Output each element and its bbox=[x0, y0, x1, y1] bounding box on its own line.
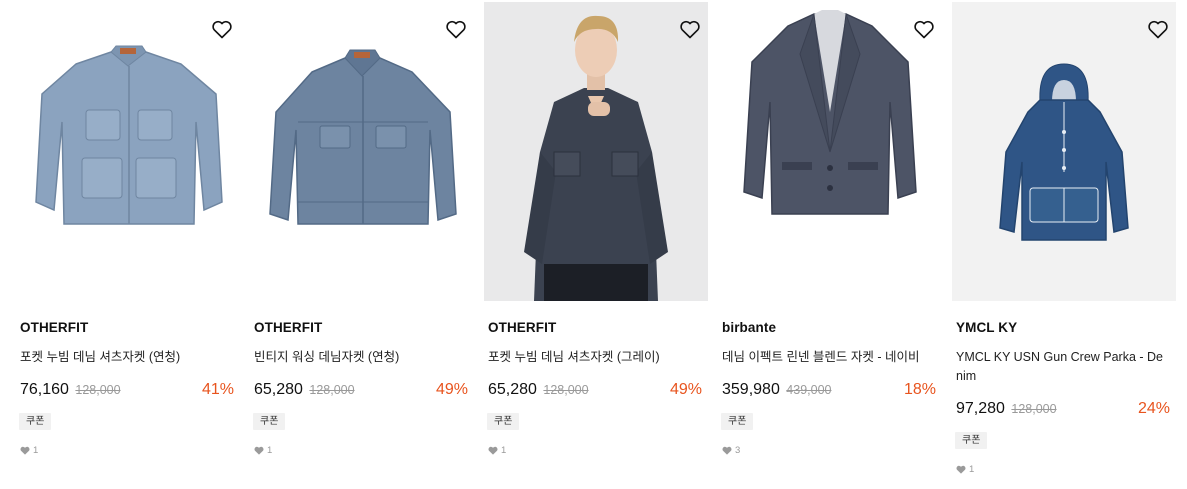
product-card[interactable]: birbante 데님 이펙트 린넨 블렌드 자켓 - 네이비 359,980 … bbox=[718, 2, 942, 456]
price-row: 65,280 128,000 49% bbox=[250, 379, 474, 401]
product-card[interactable]: OTHERFIT 포켓 누빔 데님 셔츠자켓 (연청) 76,160 128,0… bbox=[16, 2, 240, 456]
product-image[interactable] bbox=[16, 2, 240, 301]
coupon-badge: 쿠폰 bbox=[487, 413, 520, 430]
product-name[interactable]: 포켓 누빔 데님 셔츠자켓 (연청) bbox=[16, 348, 240, 367]
sale-price: 65,280 bbox=[488, 381, 537, 398]
sale-price: 359,980 bbox=[722, 381, 780, 398]
coupon-badge: 쿠폰 bbox=[253, 413, 286, 430]
discount-rate: 18% bbox=[903, 381, 936, 398]
price-row: 97,280 128,000 24% bbox=[952, 398, 1176, 420]
wishlist-button[interactable] bbox=[678, 17, 702, 41]
product-image[interactable] bbox=[484, 2, 708, 301]
discount-rate: 49% bbox=[669, 381, 702, 398]
product-image[interactable] bbox=[250, 2, 474, 301]
heart-filled-icon bbox=[956, 465, 966, 474]
like-count-value: 3 bbox=[735, 445, 741, 456]
like-count-value: 1 bbox=[267, 445, 273, 456]
wishlist-button[interactable] bbox=[444, 17, 468, 41]
product-name-line: nim bbox=[956, 369, 977, 383]
heart-filled-icon bbox=[20, 446, 30, 455]
brand-name[interactable]: birbante bbox=[718, 319, 942, 337]
heart-filled-icon bbox=[254, 446, 264, 455]
denim-shirt-jacket-light-image bbox=[16, 2, 240, 301]
discount-rate: 24% bbox=[1137, 400, 1170, 417]
original-price: 128,000 bbox=[75, 383, 121, 397]
product-image[interactable] bbox=[952, 2, 1176, 301]
heart-outline-icon bbox=[1148, 20, 1168, 39]
product-name[interactable]: 빈티지 워싱 데님자켓 (연청) bbox=[250, 348, 474, 367]
original-price: 128,000 bbox=[543, 383, 589, 397]
wishlist-button[interactable] bbox=[1146, 17, 1170, 41]
original-price: 128,000 bbox=[309, 383, 355, 397]
linen-blend-blazer-navy-image bbox=[718, 2, 942, 301]
wishlist-button[interactable] bbox=[912, 17, 936, 41]
brand-name[interactable]: OTHERFIT bbox=[250, 319, 474, 337]
product-name-line: YMCL KY USN Gun Crew Parka - De bbox=[956, 350, 1164, 364]
product-name[interactable]: 포켓 누빔 데님 셔츠자켓 (그레이) bbox=[484, 348, 708, 367]
product-card[interactable]: OTHERFIT 빈티지 워싱 데님자켓 (연청) 65,280 128,000… bbox=[250, 2, 474, 456]
product-name[interactable]: 데님 이펙트 린넨 블렌드 자켓 - 네이비 bbox=[718, 348, 942, 367]
heart-outline-icon bbox=[446, 20, 466, 39]
sale-price: 65,280 bbox=[254, 381, 303, 398]
original-price: 128,000 bbox=[1011, 402, 1057, 416]
like-count: 3 bbox=[718, 445, 942, 456]
price-row: 65,280 128,000 49% bbox=[484, 379, 708, 401]
discount-rate: 41% bbox=[201, 381, 234, 398]
heart-outline-icon bbox=[212, 20, 232, 39]
product-grid: OTHERFIT 포켓 누빔 데님 셔츠자켓 (연청) 76,160 128,0… bbox=[0, 0, 1187, 489]
heart-outline-icon bbox=[680, 20, 700, 39]
coupon-badge: 쿠폰 bbox=[955, 432, 988, 449]
product-card[interactable]: YMCL KY YMCL KY USN Gun Crew Parka - De … bbox=[952, 2, 1176, 475]
model-gray-shirt-jacket-image bbox=[484, 2, 708, 301]
heart-outline-icon bbox=[914, 20, 934, 39]
price-row: 359,980 439,000 18% bbox=[718, 379, 942, 401]
coupon-badge: 쿠폰 bbox=[721, 413, 754, 430]
like-count: 1 bbox=[250, 445, 474, 456]
like-count-value: 1 bbox=[969, 464, 975, 475]
like-count-value: 1 bbox=[33, 445, 39, 456]
product-name[interactable]: YMCL KY USN Gun Crew Parka - De nim bbox=[952, 348, 1176, 386]
heart-filled-icon bbox=[488, 446, 498, 455]
like-count-value: 1 bbox=[501, 445, 507, 456]
price-row: 76,160 128,000 41% bbox=[16, 379, 240, 401]
coupon-badge: 쿠폰 bbox=[19, 413, 52, 430]
discount-rate: 49% bbox=[435, 381, 468, 398]
like-count: 1 bbox=[952, 464, 1176, 475]
heart-filled-icon bbox=[722, 446, 732, 455]
brand-name[interactable]: OTHERFIT bbox=[484, 319, 708, 337]
original-price: 439,000 bbox=[786, 383, 832, 397]
sale-price: 76,160 bbox=[20, 381, 69, 398]
vintage-denim-jacket-image bbox=[250, 2, 474, 301]
usn-gun-crew-parka-image bbox=[952, 2, 1176, 301]
wishlist-button[interactable] bbox=[210, 17, 234, 41]
brand-name[interactable]: OTHERFIT bbox=[16, 319, 240, 337]
sale-price: 97,280 bbox=[956, 400, 1005, 417]
product-card[interactable]: OTHERFIT 포켓 누빔 데님 셔츠자켓 (그레이) 65,280 128,… bbox=[484, 2, 708, 456]
brand-name[interactable]: YMCL KY bbox=[952, 319, 1176, 337]
product-image[interactable] bbox=[718, 2, 942, 301]
like-count: 1 bbox=[16, 445, 240, 456]
like-count: 1 bbox=[484, 445, 708, 456]
